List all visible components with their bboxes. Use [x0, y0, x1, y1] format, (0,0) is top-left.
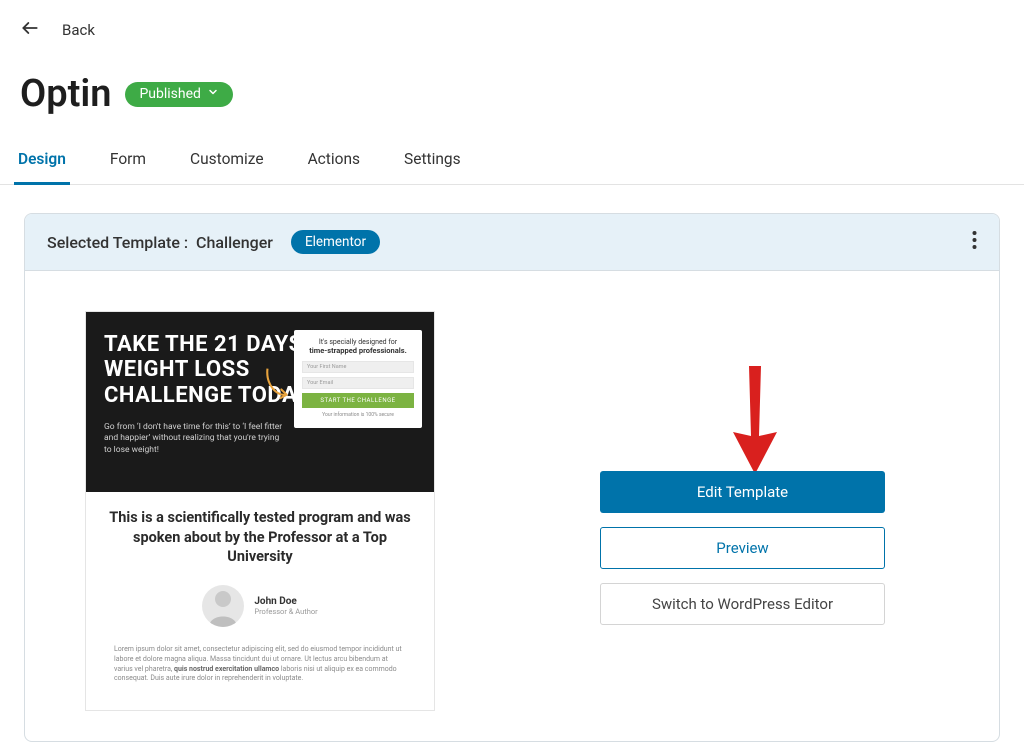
template-panel: Selected Template : Challenger Elementor…: [24, 213, 1000, 742]
preview-button[interactable]: Preview: [600, 527, 885, 569]
preview-hero: TAKE THE 21 DAYS WEIGHT LOSS CHALLENGE T…: [86, 312, 434, 492]
chevron-down-icon: [207, 86, 219, 102]
form-field-email: Your Email: [302, 377, 414, 389]
switch-to-wordpress-button[interactable]: Switch to WordPress Editor: [600, 583, 885, 625]
tab-design[interactable]: Design: [14, 150, 70, 185]
author-row: John Doe Professor & Author: [108, 585, 412, 627]
form-field-name: Your First Name: [302, 361, 414, 373]
selected-template-label: Selected Template : Challenger: [47, 233, 273, 252]
elementor-badge: Elementor: [291, 230, 380, 254]
status-label: Published: [139, 86, 200, 102]
hero-subtitle: Go from ‘I don't have time for this’ to …: [104, 422, 285, 456]
form-head1: It's specially designed for: [302, 338, 414, 346]
tab-actions[interactable]: Actions: [304, 150, 364, 184]
back-arrow-icon[interactable]: [20, 18, 40, 42]
author-role: Professor & Author: [254, 607, 317, 616]
tab-customize[interactable]: Customize: [186, 150, 268, 184]
template-actions: Edit Template Preview Switch to WordPres…: [600, 471, 885, 625]
tabs: Design Form Customize Actions Settings: [0, 116, 1024, 185]
back-label[interactable]: Back: [62, 21, 95, 39]
form-secure: Your information is 100% secure: [302, 412, 414, 418]
form-cta: START THE CHALLENGE: [302, 393, 414, 408]
more-options-icon[interactable]: [972, 230, 977, 254]
author-name: John Doe: [254, 596, 317, 607]
curved-arrow-icon: [264, 366, 290, 406]
preview-form: It's specially designed for time-strappe…: [294, 330, 422, 428]
avatar: [202, 585, 244, 627]
tab-form[interactable]: Form: [106, 150, 150, 184]
tab-settings[interactable]: Settings: [400, 150, 465, 184]
edit-template-button[interactable]: Edit Template: [600, 471, 885, 513]
page-title: Optin: [20, 72, 111, 116]
form-head2: time-strapped professionals.: [302, 346, 414, 355]
status-badge[interactable]: Published: [125, 82, 232, 107]
annotation-red-arrow-icon: [725, 366, 785, 476]
program-description: Lorem ipsum dolor sit amet, consectetur …: [108, 645, 412, 684]
template-preview: TAKE THE 21 DAYS WEIGHT LOSS CHALLENGE T…: [85, 311, 435, 711]
panel-header: Selected Template : Challenger Elementor: [25, 214, 999, 271]
program-title: This is a scientifically tested program …: [108, 508, 412, 567]
